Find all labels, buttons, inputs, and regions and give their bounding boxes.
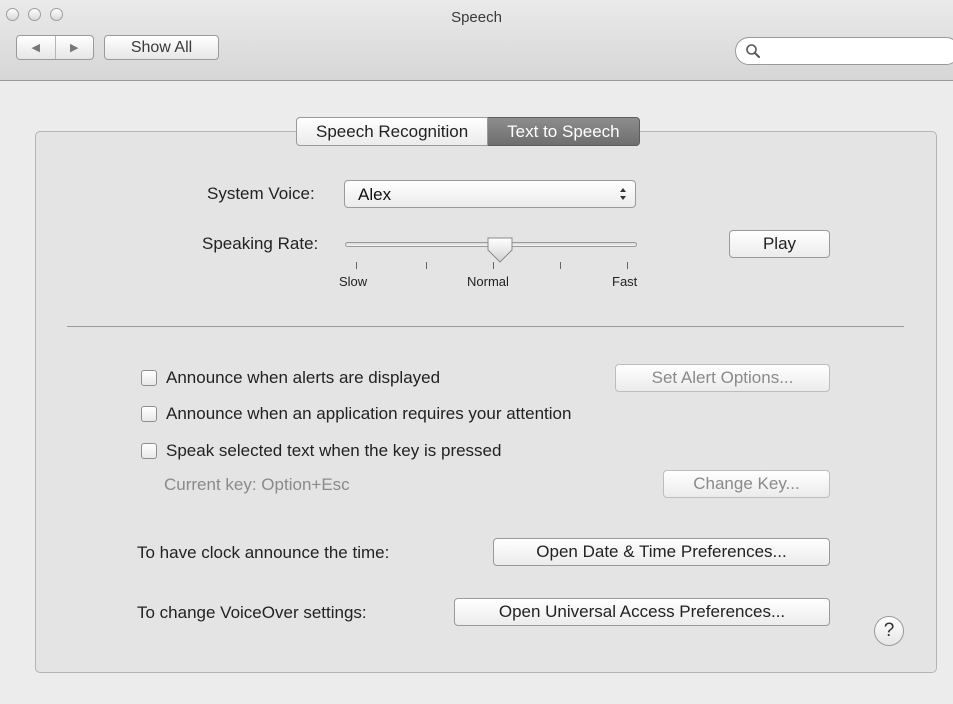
system-voice-value: Alex [358,185,392,204]
slider-tick [560,262,561,269]
forward-arrow-icon[interactable]: ▶ [56,36,94,59]
divider [67,326,904,327]
slider-max-label: Fast [612,274,638,289]
speak-selected-label: Speak selected text when the key is pres… [166,441,502,460]
slider-mid-label: Normal [467,274,509,289]
slider-tick [426,262,427,269]
open-date-time-button[interactable]: Open Date & Time Preferences... [493,538,830,566]
text-to-speech-panel [35,131,937,673]
announce-attention-checkbox[interactable] [141,406,157,422]
system-voice-label: System Voice: [207,184,315,203]
back-forward-control: ◀ ▶ [16,35,94,60]
window-title: Speech [451,9,502,26]
announce-alerts-label: Announce when alerts are displayed [166,368,441,387]
announce-attention-label: Announce when an application requires yo… [166,404,572,423]
tab-speech-recognition[interactable]: Speech Recognition [296,117,489,146]
slider-tick [627,262,628,269]
speech-window: Speech ◀ ▶ Show All Speech Recognition T… [0,0,953,704]
change-key-button[interactable]: Change Key... [663,470,830,498]
slider-knob[interactable] [485,236,515,264]
tab-bar: Speech Recognition Text to Speech [296,117,640,146]
updown-arrows-icon [620,188,626,200]
magnifier-icon [746,44,760,58]
clock-announce-label: To have clock announce the time: [137,543,390,562]
speak-selected-checkbox[interactable] [141,443,157,459]
toolbar: Speech ◀ ▶ Show All [0,0,953,81]
show-all-button[interactable]: Show All [104,35,219,60]
current-key-text: Current key: Option+Esc [164,475,350,494]
speaking-rate-label: Speaking Rate: [202,234,319,253]
search-field[interactable] [735,37,953,65]
open-universal-access-button[interactable]: Open Universal Access Preferences... [454,598,830,626]
set-alert-options-button[interactable]: Set Alert Options... [615,364,830,392]
system-voice-popup[interactable]: Alex [344,180,636,208]
slider-tick [356,262,357,269]
slider-tick [493,262,494,269]
back-arrow-icon[interactable]: ◀ [17,36,56,59]
play-button[interactable]: Play [729,230,830,258]
voiceover-label: To change VoiceOver settings: [137,603,367,622]
slider-min-label: Slow [339,274,368,289]
help-button[interactable]: ? [874,616,904,646]
announce-alerts-checkbox[interactable] [141,370,157,386]
tab-text-to-speech[interactable]: Text to Speech [488,117,640,146]
